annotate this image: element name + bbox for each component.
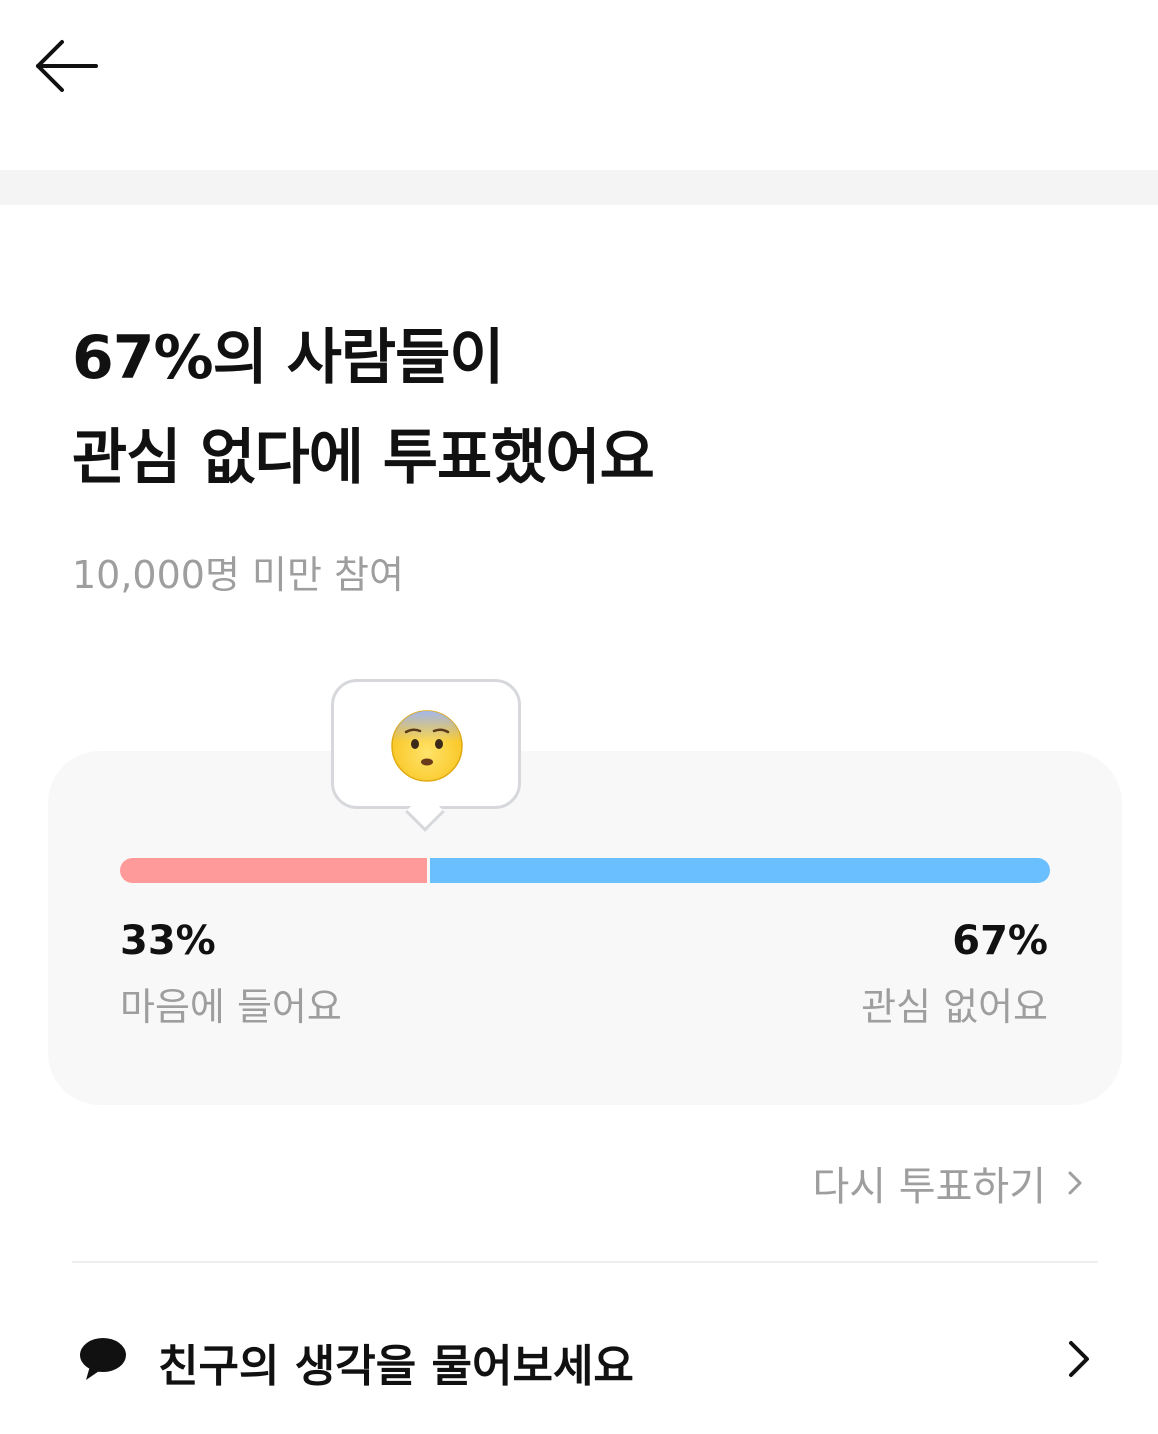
chevron-right-icon (1068, 1171, 1082, 1195)
participant-count: 10,000명 미만 참여 (72, 553, 404, 597)
vote-ratio-bar (120, 858, 1050, 883)
revote-button[interactable]: 다시 투표하기 (812, 1154, 1088, 1212)
arrow-left-icon (36, 40, 98, 92)
vote-bar-right-segment (430, 858, 1050, 883)
result-headline: 67%의 사람들이 관심 없다에 투표했어요 (72, 308, 1072, 508)
poll-result-screen: 67%의 사람들이 관심 없다에 투표했어요 10,000명 미만 참여 33%… (0, 0, 1158, 1434)
section-divider (0, 170, 1158, 205)
left-option-percent: 33% (120, 918, 216, 964)
ask-friends-row[interactable]: 친구의 생각을 물어보세요 (72, 1316, 1092, 1402)
back-button[interactable] (28, 34, 104, 98)
ask-friends-label: 친구의 생각을 물어보세요 (158, 1341, 634, 1392)
divider-line (72, 1261, 1098, 1263)
vote-bar-left-segment (120, 858, 427, 883)
chevron-right-icon (1066, 1338, 1092, 1380)
revote-label: 다시 투표하기 (812, 1164, 1046, 1210)
right-option-label: 관심 없어요 (861, 985, 1048, 1029)
headline-line-1: 67%의 사람들이 (72, 323, 505, 393)
anxious-face-emoji-icon (389, 708, 465, 784)
speech-bubble-icon (78, 1336, 128, 1382)
left-option-label: 마음에 들어요 (120, 985, 342, 1029)
right-option-percent: 67% (952, 918, 1048, 964)
headline-line-2: 관심 없다에 투표했어요 (72, 423, 655, 493)
